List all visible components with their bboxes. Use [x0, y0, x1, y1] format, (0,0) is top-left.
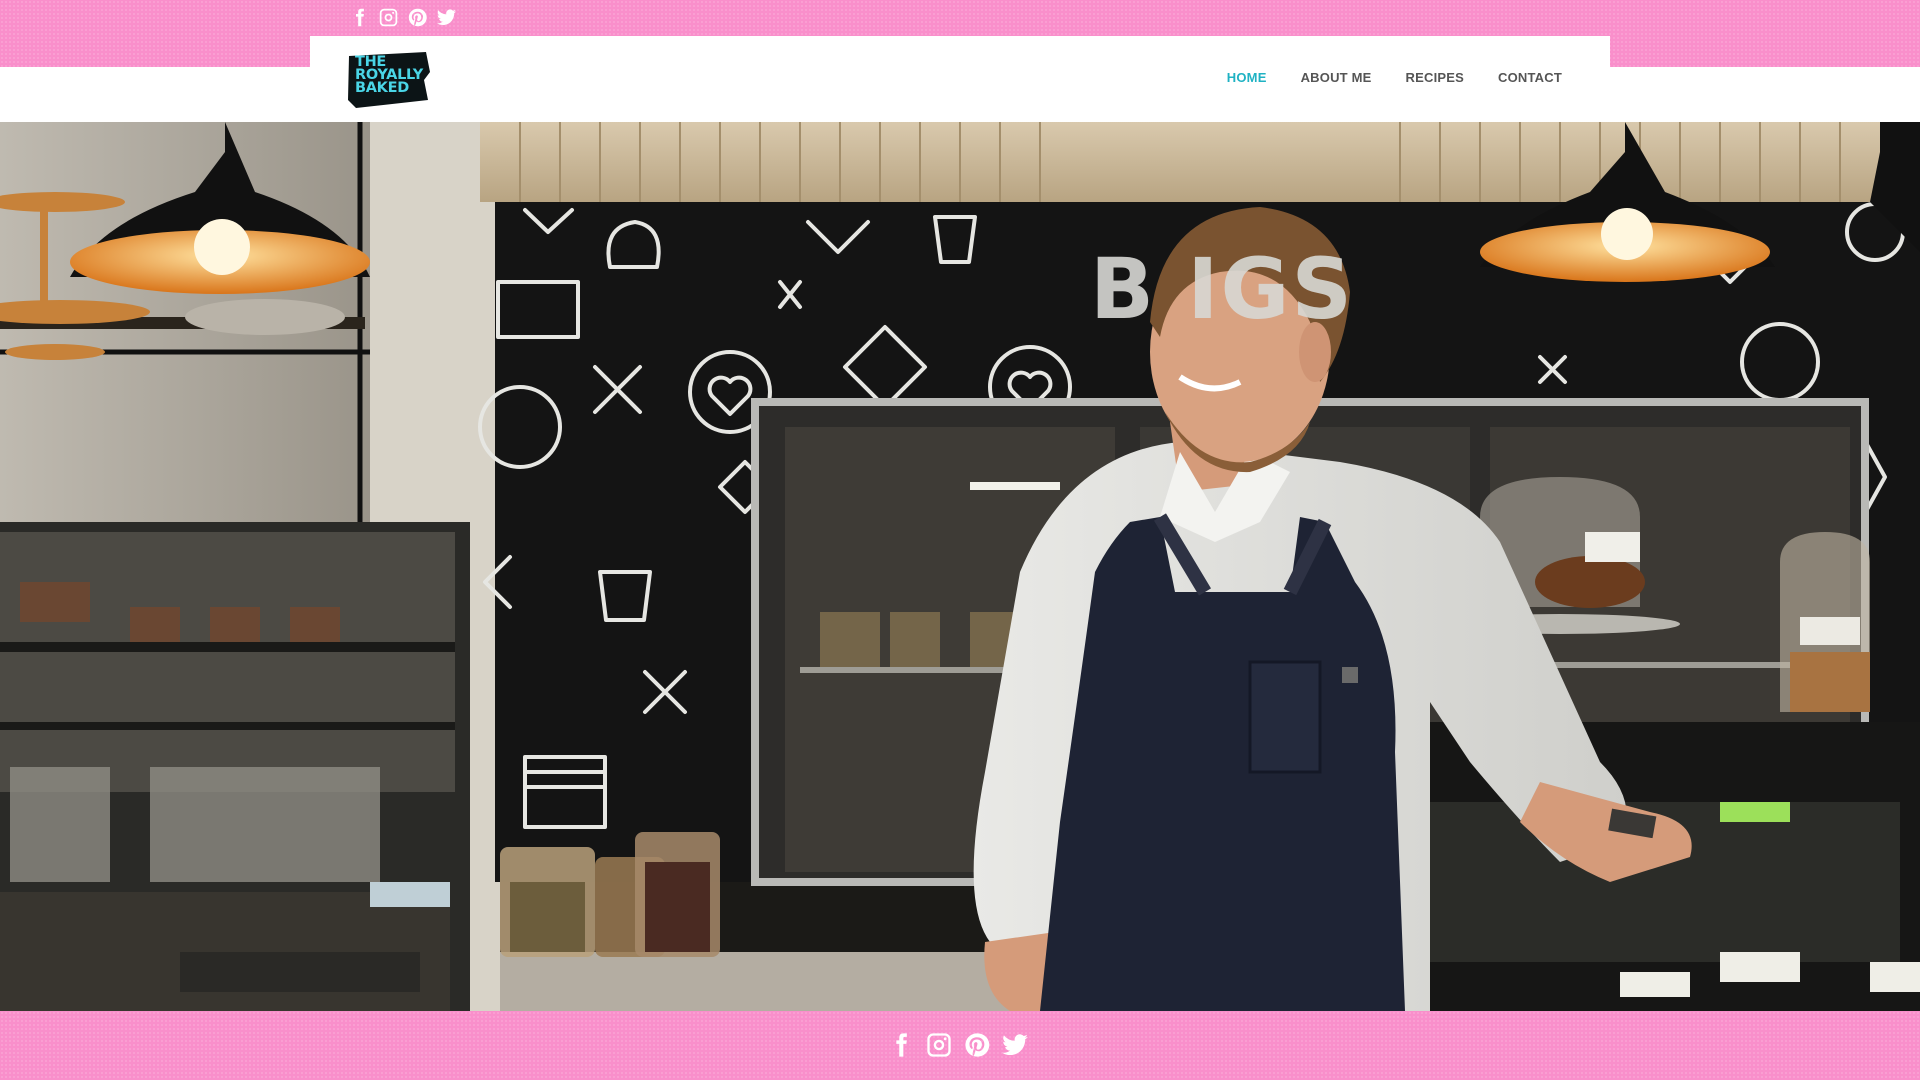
nav-recipes[interactable]: RECIPES: [1406, 70, 1464, 85]
header-social-links: [349, 7, 457, 28]
nav-home[interactable]: HOME: [1227, 70, 1267, 85]
twitter-icon[interactable]: [436, 7, 457, 28]
footer-banner: [0, 1011, 1920, 1080]
chalkboard-sign: B IGS: [1090, 240, 1354, 338]
hero-image: B IGS: [0, 122, 1920, 1011]
main-nav: HOME ABOUT ME RECIPES CONTACT: [1227, 70, 1562, 85]
twitter-icon[interactable]: [1001, 1031, 1029, 1059]
site-header: THE ROYALLY BAKED HOME ABOUT ME RECIPES …: [310, 36, 1610, 122]
footer-social-links: [887, 1031, 1029, 1059]
instagram-icon[interactable]: [925, 1031, 953, 1059]
logo-text: THE ROYALLY BAKED: [355, 54, 423, 96]
site-logo[interactable]: THE ROYALLY BAKED: [346, 50, 432, 110]
pinterest-icon[interactable]: [963, 1031, 991, 1059]
pinterest-icon[interactable]: [407, 7, 428, 28]
facebook-icon[interactable]: [887, 1031, 915, 1059]
nav-contact[interactable]: CONTACT: [1498, 70, 1562, 85]
instagram-icon[interactable]: [378, 7, 399, 28]
nav-about-me[interactable]: ABOUT ME: [1301, 70, 1372, 85]
facebook-icon[interactable]: [349, 7, 370, 28]
